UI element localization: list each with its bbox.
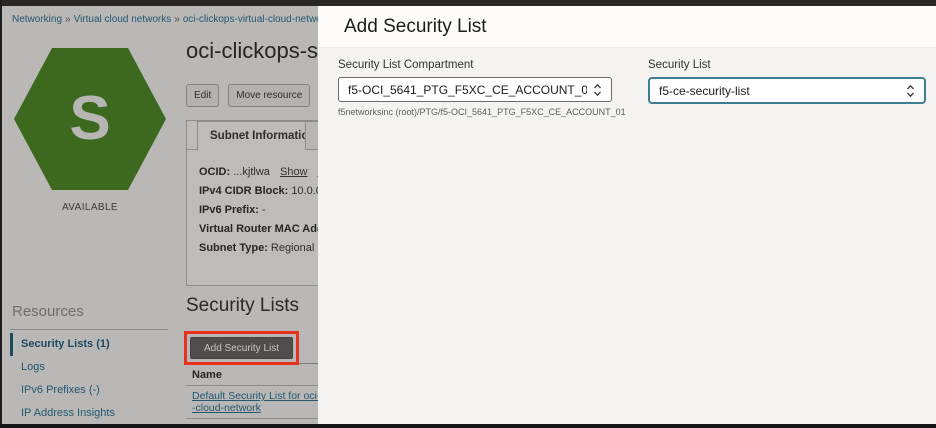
compartment-select[interactable]: f5-OCI_5641_PTG_F5XC_CE_ACCOUNT_01 bbox=[338, 77, 612, 102]
window-frame-top bbox=[0, 0, 936, 6]
ipv6-prefix-label: IPv6 Prefix: bbox=[199, 204, 259, 216]
compartment-field: Security List Compartment f5-OCI_5641_PT… bbox=[338, 59, 612, 117]
click-highlight-annotation: Add Security List bbox=[184, 331, 299, 365]
security-lists-heading: Security Lists bbox=[186, 295, 299, 317]
subnet-hexagon-icon: S bbox=[14, 48, 166, 190]
subnet-type-label: Subnet Type: bbox=[199, 242, 268, 254]
compartment-helper-path: f5networksinc (root)/PTG/f5-OCI_5641_PTG… bbox=[338, 107, 612, 117]
subnet-type-value: Regional bbox=[271, 242, 314, 254]
breadcrumb-networking[interactable]: Networking bbox=[12, 14, 62, 25]
sidebar-item-security-lists[interactable]: Security Lists (1) bbox=[10, 333, 180, 356]
ocid-show-link[interactable]: Show bbox=[280, 166, 308, 178]
panel-title: Add Security List bbox=[318, 6, 936, 48]
security-list-label: Security List bbox=[648, 59, 926, 71]
select-stepper-icon bbox=[593, 83, 602, 97]
sidebar-item-ip-address-insights[interactable]: IP Address Insights bbox=[10, 402, 180, 424]
security-list-select-value: f5-ce-security-list bbox=[659, 84, 750, 98]
move-resource-button[interactable]: Move resource bbox=[228, 84, 310, 107]
breadcrumb-separator: » bbox=[65, 14, 71, 25]
resources-divider bbox=[10, 329, 168, 330]
subnet-initial-letter: S bbox=[69, 88, 110, 150]
security-list-select[interactable]: f5-ce-security-list bbox=[648, 77, 926, 104]
breadcrumb-vcn-name[interactable]: oci-clickops-virtual-cloud-network bbox=[183, 14, 330, 25]
breadcrumb: Networking»Virtual cloud networks»oci-cl… bbox=[12, 14, 359, 25]
ocid-label: OCID: bbox=[199, 166, 230, 178]
ipv6-prefix-value: - bbox=[262, 204, 266, 216]
window-frame-bottom bbox=[0, 424, 936, 428]
compartment-label: Security List Compartment bbox=[338, 59, 612, 71]
compartment-select-value: f5-OCI_5641_PTG_F5XC_CE_ACCOUNT_01 bbox=[348, 83, 587, 97]
add-security-list-panel: Add Security List Security List Compartm… bbox=[318, 6, 936, 424]
resources-list: Security Lists (1) Logs IPv6 Prefixes (-… bbox=[10, 333, 180, 424]
panel-header: Add Security List bbox=[318, 6, 936, 48]
screenshot-root: Networking»Virtual cloud networks»oci-cl… bbox=[0, 0, 936, 428]
resources-heading: Resources bbox=[12, 303, 84, 320]
ipv4-cidr-label: IPv4 CIDR Block: bbox=[199, 185, 288, 197]
edit-button[interactable]: Edit bbox=[186, 84, 219, 107]
window-frame-left bbox=[0, 0, 2, 428]
select-stepper-icon bbox=[906, 84, 915, 98]
security-list-field: Security List f5-ce-security-list bbox=[648, 59, 926, 104]
breadcrumb-virtual-cloud-networks[interactable]: Virtual cloud networks bbox=[74, 14, 172, 25]
status-badge: AVAILABLE bbox=[14, 202, 166, 213]
breadcrumb-separator: » bbox=[174, 14, 180, 25]
sidebar-item-ipv6-prefixes[interactable]: IPv6 Prefixes (-) bbox=[10, 379, 180, 402]
ocid-value: ...kjtlwa bbox=[233, 166, 270, 178]
add-security-list-button[interactable]: Add Security List bbox=[190, 337, 293, 359]
sidebar-item-logs[interactable]: Logs bbox=[10, 356, 180, 379]
